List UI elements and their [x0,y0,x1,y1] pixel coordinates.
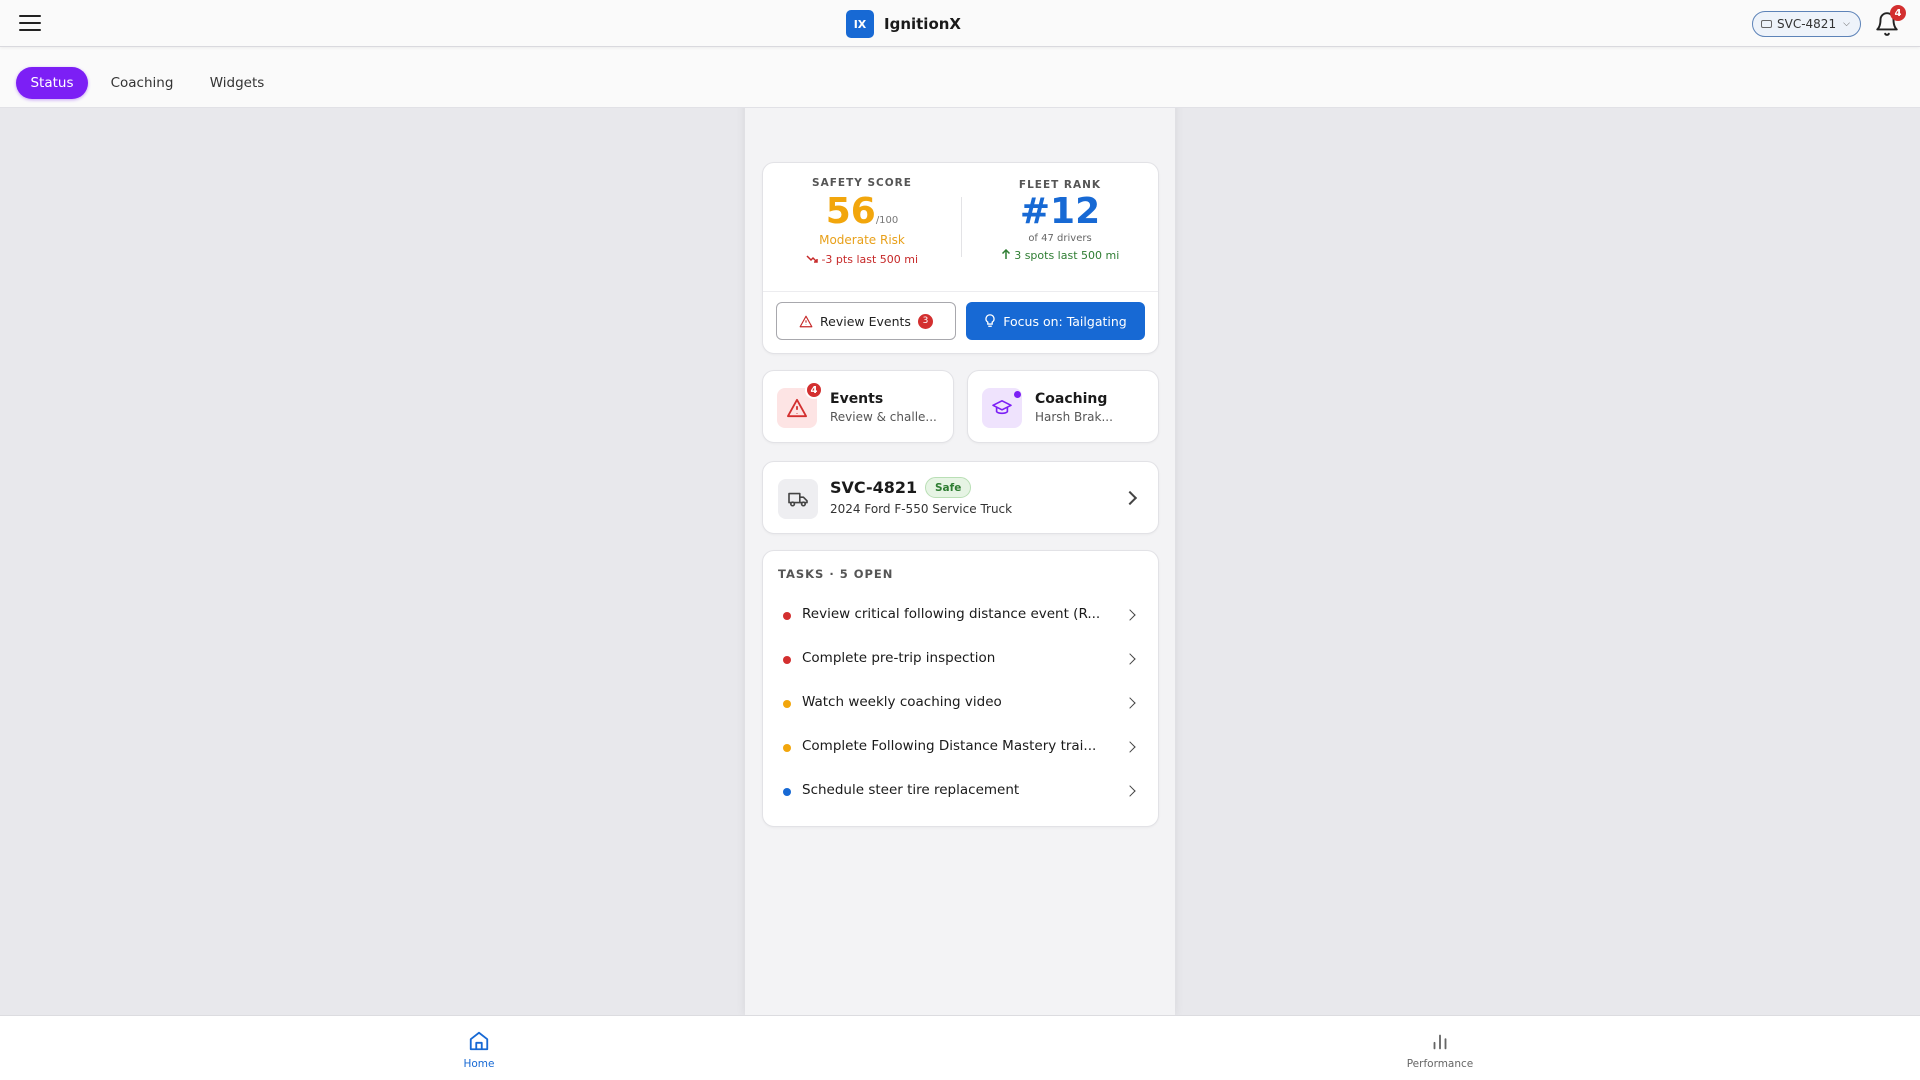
events-title: Events [830,391,884,407]
vehicle-description: 2024 Ford F-550 Service Truck [830,502,1013,516]
priority-dot [783,700,791,708]
priority-dot [783,788,791,796]
coaching-title: Coaching [1035,391,1108,407]
safety-score-row: 56/100 [763,191,961,233]
chevron-right-icon [1124,741,1136,753]
home-icon [469,1031,489,1051]
trend-down-icon [806,255,818,263]
fleet-rank-label: FLEET RANK [1018,179,1102,191]
task-item[interactable]: Complete Following Distance Mastery trai… [763,725,1158,769]
task-text: Schedule steer tire replacement [802,782,1020,798]
score-card: SAFETY SCORE 56/100 Moderate Risk -3 pts… [762,162,1159,354]
task-text: Review critical following distance event… [802,606,1101,622]
brand-logo: IX [846,10,874,38]
review-events-count: 3 [917,313,933,329]
chevron-down-icon: ⌵ [1843,19,1850,29]
coaching-card[interactable]: Coaching Harsh Brak... [967,370,1159,443]
bar-chart-icon [1433,1034,1447,1050]
task-item[interactable]: Schedule steer tire replacement [763,769,1158,813]
truck-icon-box [778,479,818,519]
app-name: IgnitionX [884,15,961,33]
safety-trend: -3 pts last 500 mi [763,253,961,266]
vehicle-card[interactable]: SVC-4821 Safe 2024 Ford F-550 Service Tr… [762,461,1159,534]
task-text: Complete pre-trip inspection [802,650,996,666]
fleet-rank-section: FLEET RANK #12 of 47 drivers 3 spots las… [961,163,1159,262]
coaching-icon-box [982,388,1022,428]
brand: IX IgnitionX [846,10,961,38]
safety-score-label: SAFETY SCORE [812,177,912,189]
arrow-up-icon [1001,248,1010,259]
tabs-bar: Status Coaching Widgets [0,47,1920,108]
tab-widgets[interactable]: Widgets [198,67,276,99]
truck-icon [788,492,808,507]
graduation-cap-icon [992,399,1012,415]
risk-level: Moderate Risk [819,233,905,247]
events-badge: 4 [805,381,823,399]
focus-tailgating-button[interactable]: Focus on: Tailgating [966,302,1145,340]
task-text: Complete Following Distance Mastery trai… [802,738,1097,754]
vehicle-id: SVC-4821 [830,478,918,497]
priority-dot [783,656,791,664]
fleet-rank-value: #12 [1019,191,1101,232]
task-item[interactable]: Complete pre-trip inspection [763,637,1158,681]
chevron-right-icon [1124,653,1136,665]
notification-badge: 4 [1890,5,1906,21]
nav-home-label: Home [463,1058,495,1070]
task-item[interactable]: Review critical following distance event… [763,593,1158,637]
events-subtitle: Review & challe... [830,410,937,424]
tab-status[interactable]: Status [16,67,88,99]
rank-trend-text: 3 spots last 500 mi [1014,249,1120,262]
events-icon-box: 4 [777,381,823,428]
truck-icon [1761,20,1772,28]
task-text: Watch weekly coaching video [802,694,1002,710]
nav-home[interactable]: Home [439,1030,519,1070]
rank-trend: 3 spots last 500 mi [961,248,1159,262]
chevron-right-icon [1124,697,1136,709]
warning-icon [787,398,807,418]
safety-score-value: 56 [825,191,876,232]
chevron-right-icon [1122,490,1138,506]
tab-coaching[interactable]: Coaching [102,67,182,99]
divider [763,291,1158,292]
focus-tailgating-label: Focus on: Tailgating [1003,313,1127,329]
task-item[interactable]: Watch weekly coaching video [763,681,1158,725]
review-events-button[interactable]: Review Events 3 [776,302,956,340]
vehicle-status-badge: Safe [925,477,972,498]
nav-performance[interactable]: Performance [1400,1030,1480,1070]
priority-dot [783,744,791,752]
lightbulb-icon [985,314,995,327]
warning-icon [799,315,813,327]
tasks-card: TASKS · 5 OPEN Review critical following… [762,550,1159,827]
notifications-button[interactable]: 4 [1874,5,1906,37]
menu-icon[interactable] [19,15,41,33]
review-events-label: Review Events [820,313,911,329]
bottom-navigation: Home Performance [0,1015,1920,1080]
tasks-title: TASKS · 5 OPEN [778,567,894,581]
coaching-indicator-dot [1014,391,1021,398]
chevron-right-icon [1124,785,1136,797]
priority-dot [783,612,791,620]
vehicle-selector-label: SVC-4821 [1777,17,1837,31]
nav-performance-label: Performance [1406,1058,1474,1070]
chevron-right-icon [1124,609,1136,621]
safety-score-max: /100 [875,215,899,226]
vehicle-selector[interactable]: SVC-4821 ⌵ [1752,11,1861,37]
top-app-bar: IX IgnitionX SVC-4821 ⌵ 4 [0,0,1920,47]
safety-score-section: SAFETY SCORE 56/100 Moderate Risk -3 pts… [763,163,961,266]
safety-trend-text: -3 pts last 500 mi [821,253,919,266]
fleet-rank-sub: of 47 drivers [1028,233,1092,244]
events-card[interactable]: 4 Events Review & challe... [762,370,954,443]
coaching-subtitle: Harsh Brak... [1035,410,1113,424]
